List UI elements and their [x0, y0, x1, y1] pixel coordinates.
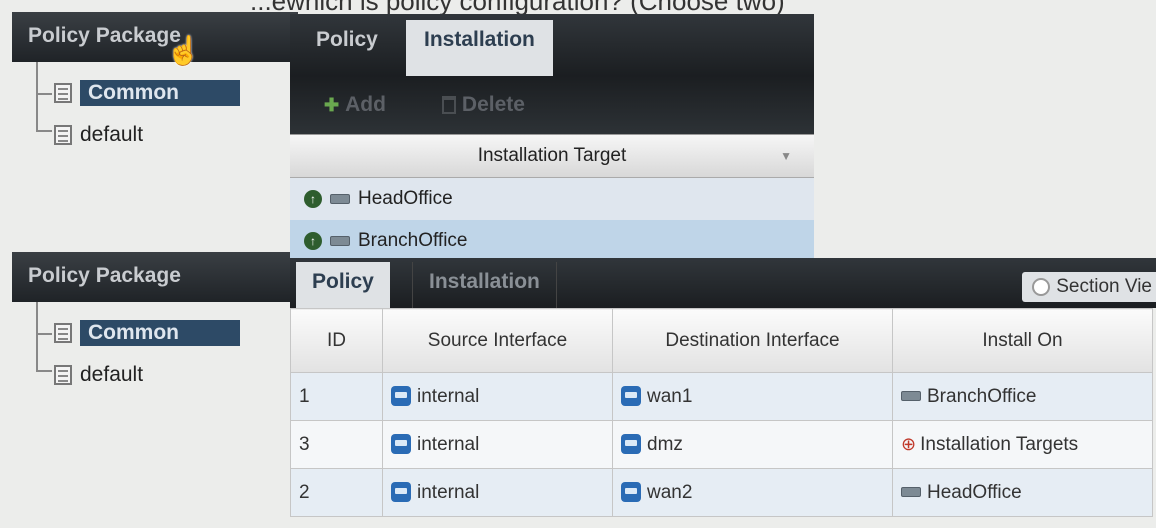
device-icon	[330, 194, 350, 204]
table-row[interactable]: 2 internal wan2 HeadOffice	[290, 468, 1153, 517]
policy-package-header[interactable]: Policy Package	[12, 252, 298, 302]
target-row-headoffice[interactable]: ↑ HeadOffice	[290, 178, 814, 220]
source-label: internal	[417, 433, 480, 455]
hand-cursor-icon: ☝	[166, 35, 201, 66]
interface-icon	[621, 434, 641, 455]
destination-label: wan2	[647, 481, 693, 503]
install-on-label: BranchOffice	[927, 385, 1037, 407]
cell-destination: wan2	[612, 468, 893, 517]
installation-target-column-header[interactable]: Installation Target ▼	[290, 134, 814, 178]
policy-package-header[interactable]: Policy Package	[12, 12, 298, 62]
interface-icon	[621, 482, 641, 503]
tab-bar: Policy Installation	[290, 14, 814, 76]
interface-icon	[391, 434, 411, 455]
tree-item-default[interactable]: default	[12, 114, 298, 156]
target-name: BranchOffice	[358, 230, 468, 251]
add-button[interactable]: ✚ Add	[324, 93, 386, 117]
package-icon	[54, 125, 72, 145]
cell-source: internal	[382, 468, 613, 517]
policy-package-tree: Common default	[12, 62, 298, 156]
add-button-label: Add	[345, 93, 386, 116]
table-row[interactable]: 1 internal wan1 BranchOffice	[290, 372, 1153, 421]
cell-install-on: BranchOffice	[892, 372, 1153, 421]
tree-item-label: default	[80, 363, 144, 386]
device-icon	[901, 487, 921, 498]
delete-button-label: Delete	[461, 93, 525, 116]
tab-bar: Policy Installation Section Vie	[290, 258, 1156, 308]
tab-installation[interactable]: Installation	[406, 20, 553, 76]
tree-item-common[interactable]: Common	[12, 72, 298, 114]
column-header-source-interface[interactable]: Source Interface	[382, 308, 613, 373]
interface-icon	[621, 386, 641, 407]
interface-icon	[391, 482, 411, 503]
source-label: internal	[417, 481, 480, 503]
source-label: internal	[417, 385, 480, 407]
target-name: HeadOffice	[358, 188, 453, 209]
tree-item-common[interactable]: Common	[12, 312, 298, 354]
install-on-label: HeadOffice	[927, 481, 1022, 503]
cell-install-on: ⊕ Installation Targets	[892, 420, 1153, 469]
tab-installation[interactable]: Installation	[412, 262, 557, 308]
cell-id: 2	[290, 468, 383, 517]
cell-destination: dmz	[612, 420, 893, 469]
target-icon: ⊕	[901, 433, 917, 454]
cell-id: 3	[290, 420, 383, 469]
table-header-row: ID Source Interface Destination Interfac…	[290, 308, 1153, 373]
package-icon	[54, 365, 72, 385]
cell-id: 1	[290, 372, 383, 421]
column-header-install-on[interactable]: Install On	[892, 308, 1153, 373]
installation-window: Policy Installation ✚ Add Delete Install…	[290, 14, 814, 264]
device-icon	[901, 391, 921, 402]
tree-item-label: default	[80, 123, 144, 146]
cell-destination: wan1	[612, 372, 893, 421]
tree-item-label: Common	[80, 320, 240, 346]
device-icon	[330, 236, 350, 246]
table-row[interactable]: 3 internal dmz ⊕ Installation Targets	[290, 420, 1153, 469]
tree-item-label: Common	[80, 80, 240, 106]
cell-source: internal	[382, 372, 613, 421]
status-up-icon: ↑	[304, 190, 322, 208]
tree-item-default[interactable]: default	[12, 354, 298, 396]
column-header-destination-interface[interactable]: Destination Interface	[612, 308, 893, 373]
toolbar: ✚ Add Delete	[290, 76, 814, 134]
target-row-branchoffice[interactable]: ↑ BranchOffice	[290, 220, 814, 262]
tab-policy[interactable]: Policy	[298, 20, 396, 76]
policy-package-panel-bottom: Policy Package Common default	[12, 252, 298, 396]
radio-icon[interactable]	[1032, 278, 1051, 296]
policy-window: Policy Installation Section Vie ID Sourc…	[290, 258, 1156, 520]
package-icon	[54, 83, 72, 103]
section-view-label: Section Vie	[1056, 276, 1152, 297]
status-up-icon: ↑	[304, 232, 322, 250]
trash-icon	[441, 96, 456, 114]
install-on-label: Installation Targets	[920, 433, 1079, 455]
destination-label: dmz	[647, 433, 683, 455]
column-header-id[interactable]: ID	[290, 308, 383, 373]
cell-install-on: HeadOffice	[892, 468, 1153, 517]
package-icon	[54, 323, 72, 343]
plus-icon: ✚	[324, 94, 340, 115]
chevron-down-icon[interactable]: ▼	[780, 135, 792, 177]
delete-button[interactable]: Delete	[441, 93, 525, 117]
interface-icon	[391, 386, 411, 407]
tab-policy[interactable]: Policy	[296, 262, 390, 308]
policy-package-tree: Common default	[12, 302, 298, 396]
section-view-toggle[interactable]: Section Vie	[1022, 272, 1156, 302]
policy-package-panel-top: Policy Package Common default	[12, 12, 298, 156]
destination-label: wan1	[647, 385, 693, 407]
cell-source: internal	[382, 420, 613, 469]
policy-table: ID Source Interface Destination Interfac…	[290, 308, 1153, 517]
column-header-label: Installation Target	[477, 145, 627, 166]
installation-target-list: ↑ HeadOffice ↑ BranchOffice	[290, 178, 814, 262]
